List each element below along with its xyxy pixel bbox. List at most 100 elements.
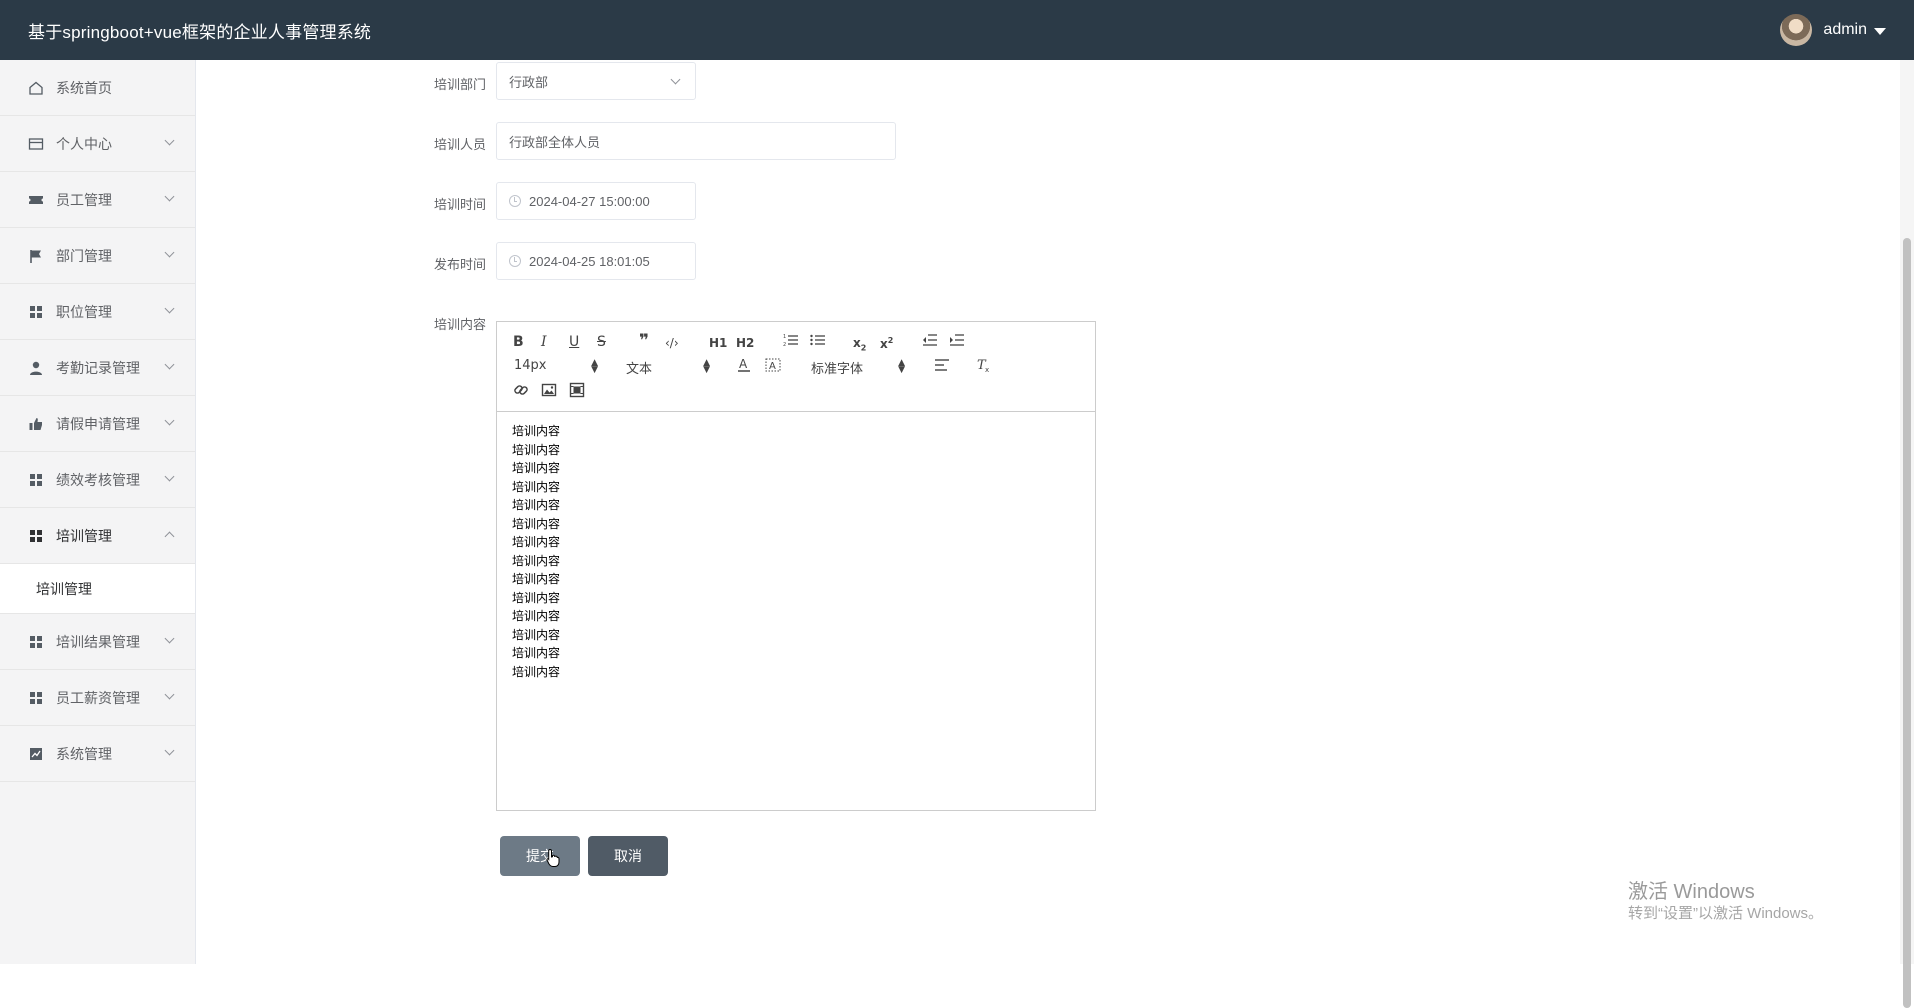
sidebar-item-label: 考勤记录管理 (56, 359, 140, 376)
sidebar-item-label: 员工薪资管理 (56, 689, 140, 706)
sidebar-item-training-result[interactable]: 培训结果管理 (0, 614, 195, 670)
content-line: 培训内容 (512, 516, 561, 531)
activation-watermark-title: 激活 Windows (1628, 881, 1755, 903)
ticket-icon (28, 192, 44, 208)
training-time-picker[interactable]: 2024-04-27 15:00:00 (496, 182, 696, 220)
card-icon (28, 136, 44, 152)
thumb-icon (28, 416, 44, 432)
cancel-button[interactable]: 取消 (588, 836, 668, 876)
svg-text:x: x (985, 366, 989, 373)
publish-time-value: 2024-04-25 18:01:05 (529, 253, 650, 269)
ordered-list-icon[interactable]: 12 (783, 333, 799, 352)
svg-text:2: 2 (783, 342, 786, 347)
blockquote-icon[interactable]: ❞ (639, 332, 649, 350)
underline-icon[interactable]: U (569, 333, 579, 351)
grid-icon (28, 690, 44, 706)
chevron-down-icon (164, 359, 175, 370)
chevron-down-icon (164, 247, 175, 258)
chevron-down-icon (164, 303, 175, 314)
italic-icon[interactable]: I (541, 333, 547, 351)
chevron-down-icon (164, 135, 175, 146)
trainees-input[interactable]: 行政部全体人员 (496, 122, 896, 160)
submit-button[interactable]: 提交 (500, 836, 580, 876)
sidebar-item-attendance[interactable]: 考勤记录管理 (0, 340, 195, 396)
text-type-value: 文本 (626, 362, 653, 377)
video-icon[interactable] (569, 382, 585, 403)
chevron-down-icon (164, 471, 175, 482)
align-left-icon[interactable] (934, 358, 950, 377)
indent-icon[interactable] (949, 333, 965, 352)
clock-icon (509, 255, 521, 267)
sidebar-item-performance[interactable]: 绩效考核管理 (0, 452, 195, 508)
chart-icon (28, 746, 44, 762)
sidebar-item-personal-center[interactable]: 个人中心 (0, 116, 195, 172)
sidebar-item-system[interactable]: 系统管理 (0, 726, 195, 782)
department-label: 培训部门 (433, 77, 486, 92)
chevron-up-icon (164, 531, 175, 542)
user-menu[interactable]: admin (1780, 0, 1886, 60)
trainees-label: 培训人员 (433, 137, 486, 152)
clock-icon (509, 195, 521, 207)
font-color-icon[interactable]: A (737, 357, 751, 378)
department-select[interactable]: 行政部 (496, 62, 696, 100)
sidebar-item-label: 个人中心 (56, 135, 112, 152)
submenu-item-training[interactable]: 培训管理 (0, 564, 195, 614)
scrollbar-thumb[interactable] (1903, 238, 1911, 1008)
grid-icon (28, 528, 44, 544)
svg-text:A: A (739, 357, 748, 371)
sidebar-item-label: 职位管理 (56, 303, 112, 320)
sidebar-item-label: 请假申请管理 (56, 415, 140, 432)
header2-icon[interactable]: H2 (736, 334, 754, 352)
link-icon[interactable] (513, 382, 529, 403)
sidebar-item-department[interactable]: 部门管理 (0, 228, 195, 284)
content-line: 培训内容 (512, 646, 561, 660)
sidebar: 系统首页 个人中心 员工管理 部门管理 职位管理 考勤记录管理 请假申请管理 绩… (0, 60, 196, 964)
sidebar-item-home[interactable]: 系统首页 (0, 60, 195, 116)
bold-icon[interactable]: B (513, 333, 524, 351)
svg-text:A: A (769, 361, 776, 372)
code-block-icon[interactable]: ‹/› (665, 334, 679, 352)
sidebar-item-label: 绩效考核管理 (56, 471, 140, 488)
content-line: 培训内容 (512, 498, 561, 512)
background-color-icon[interactable]: A (765, 357, 781, 378)
subscript-icon[interactable]: x2 (853, 334, 866, 357)
user-name[interactable]: admin (1823, 21, 1867, 39)
header1-icon[interactable]: H1 (709, 334, 727, 352)
font-size-picker[interactable]: 14px ▲ ▼ (514, 358, 598, 375)
image-icon[interactable] (541, 382, 557, 403)
publish-time-picker[interactable]: 2024-04-25 18:01:05 (496, 242, 696, 280)
sidebar-item-position[interactable]: 职位管理 (0, 284, 195, 340)
font-family-value: 标准字体 (811, 362, 864, 377)
bullet-list-icon[interactable] (810, 333, 826, 352)
chevron-down-icon (670, 74, 681, 85)
training-time-label: 培训时间 (433, 197, 486, 212)
clear-format-icon[interactable]: Tx (976, 357, 992, 378)
sidebar-item-employee[interactable]: 员工管理 (0, 172, 195, 228)
user-icon (28, 360, 44, 376)
chevron-down-icon (164, 689, 175, 700)
chevron-down-icon (164, 745, 175, 756)
superscript-icon[interactable]: x2 (880, 332, 893, 353)
svg-text:1: 1 (783, 334, 786, 340)
font-family-picker[interactable]: 标准字体 ▲ ▼ (811, 358, 905, 378)
top-header: 基于springboot+vue框架的企业人事管理系统 admin (0, 0, 1914, 60)
sidebar-item-training[interactable]: 培训管理 (0, 508, 195, 564)
editor-content[interactable]: 培训内容 培训内容 培训内容 培训内容 培训内容 培训内容 培训内容 培训内容 … (497, 412, 1095, 691)
content-line: 培训内容 (512, 424, 561, 438)
chevron-down-icon (164, 415, 175, 426)
editor-toolbar: B I U S ❞ ‹/› H1 H2 12 x2 x2 14px ▲ ▼ 文本 … (497, 322, 1095, 412)
strike-icon[interactable]: S (597, 333, 606, 351)
updown-icon: ▲ ▼ (703, 358, 710, 375)
caret-down-icon[interactable] (1874, 27, 1886, 35)
content-line: 培训内容 (512, 627, 561, 642)
avatar[interactable] (1780, 14, 1813, 46)
flag-icon (28, 248, 44, 264)
sidebar-item-salary[interactable]: 员工薪资管理 (0, 670, 195, 726)
text-type-picker[interactable]: 文本 ▲ ▼ (626, 358, 710, 378)
updown-icon: ▲ ▼ (591, 358, 598, 375)
chevron-down-icon (164, 191, 175, 202)
scrollbar-track[interactable] (1900, 60, 1914, 1008)
sidebar-item-leave[interactable]: 请假申请管理 (0, 396, 195, 452)
outdent-icon[interactable] (922, 333, 938, 352)
sidebar-item-label: 员工管理 (56, 191, 112, 208)
